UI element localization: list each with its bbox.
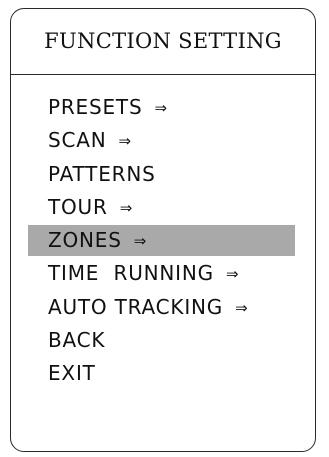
menu-item-label: PATTERNS — [48, 161, 156, 186]
menu-item-exit[interactable]: EXIT — [11, 357, 315, 390]
menu-item-label: TIME RUNNING — [48, 261, 214, 286]
menu-item-time-running[interactable]: TIME RUNNING ⇒ — [11, 257, 315, 290]
menu-item-patterns[interactable]: PATTERNS — [11, 158, 315, 191]
menu-list: PRESETS ⇒ SCAN ⇒ PATTERNS TOUR ⇒ ZONES ⇒ TIM… — [11, 91, 315, 391]
menu-item-label: ZONES — [48, 228, 122, 253]
menu-item-label: EXIT — [48, 361, 96, 386]
double-right-arrow-icon: ⇒ — [225, 265, 239, 284]
double-right-arrow-icon: ⇒ — [154, 99, 168, 117]
menu-title: FUNCTION SETTING — [44, 29, 282, 53]
double-right-arrow-icon: ⇒ — [118, 132, 132, 151]
menu-item-auto-tracking[interactable]: AUTO TRACKING ⇒ — [11, 291, 315, 324]
double-right-arrow-icon: ⇒ — [133, 232, 147, 251]
menu-item-label: TOUR — [48, 194, 108, 219]
menu-item-zones[interactable]: ZONES ⇒ — [11, 224, 315, 257]
menu-item-back[interactable]: BACK — [11, 324, 315, 357]
menu-item-presets[interactable]: PRESETS ⇒ — [11, 91, 315, 124]
menu-item-label: PRESETS — [48, 95, 143, 119]
menu-item-label: AUTO TRACKING — [48, 294, 224, 319]
menu-item-label: BACK — [48, 328, 106, 353]
function-setting-menu: FUNCTION SETTING PRESETS ⇒ SCAN ⇒ PATTERNS… — [10, 8, 316, 452]
title-divider — [11, 74, 315, 75]
double-right-arrow-icon: ⇒ — [235, 298, 248, 317]
menu-item-tour[interactable]: TOUR ⇒ — [11, 191, 315, 224]
menu-item-label: SCAN — [48, 128, 107, 153]
double-right-arrow-icon: ⇒ — [119, 198, 133, 217]
menu-item-scan[interactable]: SCAN ⇒ — [11, 124, 315, 157]
